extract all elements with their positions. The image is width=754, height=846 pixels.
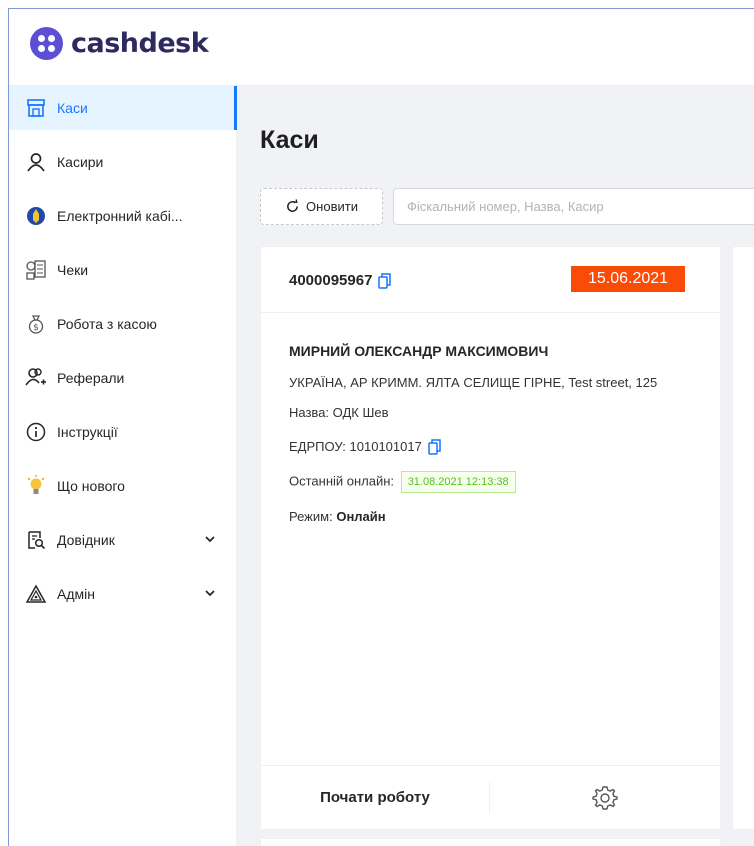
sidebar-item-label: Електронний кабі... [57,208,183,224]
gear-icon [592,785,618,810]
sidebar-item-kasy[interactable]: Каси [9,86,237,130]
name-value: ОДК Шев [332,405,389,420]
sidebar-item-label: Касири [57,154,104,170]
sidebar-item-admin[interactable]: Адмін [9,572,237,616]
sidebar-item-ecabinet[interactable]: Електронний кабі... [9,194,237,238]
sidebar-item-dovidnyk[interactable]: Довідник [9,518,237,562]
name-row: Назва: ОДК Шев [289,403,699,423]
logo-text: cashdesk [71,28,209,59]
start-work-button[interactable]: Почати роботу [261,766,489,829]
last-online-badge: 31.08.2021 12:13:38 [400,471,516,493]
last-online-label: Останній онлайн: [289,473,395,489]
money-bag-icon: $ [25,313,47,335]
logo[interactable]: cashdesk [30,27,209,60]
fiscal-number: 4000095967 [289,272,392,289]
sidebar-item-label: Каси [57,100,88,116]
doc-search-icon [25,529,47,551]
name-label: Назва: [289,405,330,420]
sidebar-item-label: Реферали [57,370,125,386]
address: УКРАЇНА, АР КРИММ. ЯЛТА СЕЛИЩЕ ГІРНЕ, Te… [289,375,658,390]
card-actions: Почати роботу [261,765,720,829]
mode-label: Режим: [289,509,333,524]
triangle-icon [25,583,47,605]
bulb-icon [25,475,47,497]
main-content: Каси Оновити 4000095967 15.06.2021 МИРНИ… [238,86,754,846]
sidebar-item-label: Що нового [57,478,125,494]
sidebar-item-label: Інструкції [57,424,118,440]
chevron-down-icon [205,536,215,543]
search-input[interactable] [393,188,754,225]
svg-text:$: $ [33,323,39,333]
mode-row: Режим: Онлайн [289,507,699,527]
settings-button[interactable] [490,766,720,829]
top-bar: cashdesk [9,9,754,86]
refresh-button-label: Оновити [306,199,358,214]
sidebar-item-robota-z-kasoyu[interactable]: $ Робота з касою [9,302,237,346]
info-icon [25,421,47,443]
edrpou-row: ЕДРПОУ: 1010101017 [289,437,699,457]
owner-name: МИРНИЙ ОЛЕКСАНДР МАКСИМОВИЧ [289,343,549,359]
refresh-button[interactable]: Оновити [260,188,383,225]
sidebar-item-label: Чеки [57,262,89,278]
ukraine-emblem-icon [25,205,47,227]
users-add-icon [25,367,47,389]
cash-register-card: 4000095967 15.06.2021 МИРНИЙ ОЛЕКСАНДР М… [260,246,721,830]
next-card-top [260,838,721,846]
sidebar-item-cheky[interactable]: Чеки [9,248,237,292]
sidebar-item-label: Довідник [57,532,115,548]
card-body: МИРНИЙ ОЛЕКСАНДР МАКСИМОВИЧ УКРАЇНА, АР … [289,343,699,541]
date-badge: 15.06.2021 [571,266,685,292]
card-header: 4000095967 15.06.2021 [261,247,720,313]
edrpou-label: ЕДРПОУ: [289,439,346,454]
user-icon [25,151,47,173]
shop-icon [25,97,47,119]
copy-icon[interactable] [378,272,392,289]
fiscal-number-text: 4000095967 [289,272,373,289]
copy-icon[interactable] [428,439,442,455]
sidebar-item-kasyry[interactable]: Касири [9,140,237,184]
logo-mark-icon [30,27,63,60]
sidebar-item-shcho-novoho[interactable]: Що нового [9,464,237,508]
refresh-icon [287,199,298,212]
edrpou-value: 1010101017 [349,439,422,454]
page-title: Каси [260,126,319,154]
sidebar-item-instruktsii[interactable]: Інструкції [9,410,237,454]
receipt-icon [25,259,47,281]
app-window: cashdesk Каси Касири Електронний кабі... [8,8,754,846]
sidebar-item-label: Адмін [57,586,95,602]
mode-value: Онлайн [336,509,386,524]
sidebar: Каси Касири Електронний кабі... Чеки $ Р… [9,86,237,846]
chevron-down-icon [205,590,215,597]
sidebar-item-referaly[interactable]: Реферали [9,356,237,400]
last-online-row: Останній онлайн: 31.08.2021 12:13:38 [289,471,699,493]
next-card-edge [732,246,754,830]
sidebar-item-label: Робота з касою [57,316,157,332]
